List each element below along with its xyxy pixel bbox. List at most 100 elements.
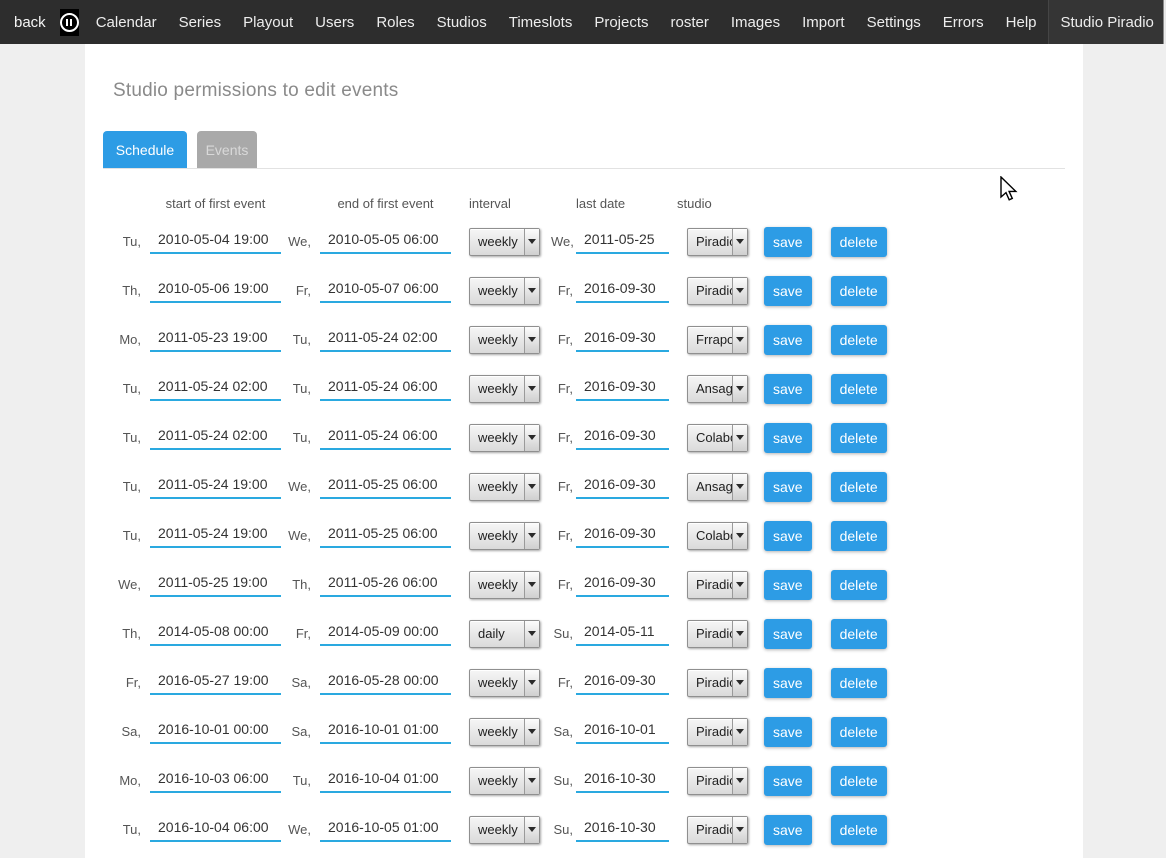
delete-button[interactable]: delete	[831, 276, 887, 306]
start-datetime-input[interactable]	[150, 327, 281, 352]
end-datetime-input[interactable]	[320, 474, 451, 499]
nav-item-roster[interactable]: roster	[671, 14, 709, 31]
end-datetime-input[interactable]	[320, 425, 451, 450]
save-button[interactable]: save	[764, 668, 812, 698]
last-date-input[interactable]	[576, 768, 669, 793]
delete-button[interactable]: delete	[831, 374, 887, 404]
nav-item-roles[interactable]: Roles	[376, 14, 414, 31]
interval-select[interactable]: weekly	[469, 326, 540, 354]
studio-select[interactable]: Piradio	[687, 277, 748, 305]
interval-select[interactable]: weekly	[469, 571, 540, 599]
end-datetime-input[interactable]	[320, 229, 451, 254]
save-button[interactable]: save	[764, 227, 812, 257]
start-datetime-input[interactable]	[150, 523, 281, 548]
studio-select[interactable]: Piradio	[687, 816, 748, 844]
studio-select[interactable]: Piradio	[687, 718, 748, 746]
end-datetime-input[interactable]	[320, 621, 451, 646]
delete-button[interactable]: delete	[831, 668, 887, 698]
save-button[interactable]: save	[764, 815, 812, 845]
start-datetime-input[interactable]	[150, 278, 281, 303]
studio-select[interactable]: Piradio	[687, 767, 748, 795]
save-button[interactable]: save	[764, 766, 812, 796]
start-datetime-input[interactable]	[150, 768, 281, 793]
start-datetime-input[interactable]	[150, 425, 281, 450]
end-datetime-input[interactable]	[320, 768, 451, 793]
save-button[interactable]: save	[764, 472, 812, 502]
studio-select[interactable]: Frrapo	[687, 326, 748, 354]
delete-button[interactable]: delete	[831, 325, 887, 355]
delete-button[interactable]: delete	[831, 619, 887, 649]
interval-select[interactable]: weekly	[469, 816, 540, 844]
delete-button[interactable]: delete	[831, 423, 887, 453]
end-datetime-input[interactable]	[320, 278, 451, 303]
nav-item-calendar[interactable]: Calendar	[96, 14, 157, 31]
start-datetime-input[interactable]	[150, 817, 281, 842]
last-date-input[interactable]	[576, 670, 669, 695]
delete-button[interactable]: delete	[831, 815, 887, 845]
nav-item-import[interactable]: Import	[802, 14, 845, 31]
start-datetime-input[interactable]	[150, 621, 281, 646]
start-datetime-input[interactable]	[150, 572, 281, 597]
end-datetime-input[interactable]	[320, 572, 451, 597]
delete-button[interactable]: delete	[831, 227, 887, 257]
interval-select[interactable]: weekly	[469, 767, 540, 795]
nav-item-errors[interactable]: Errors	[943, 14, 984, 31]
last-date-input[interactable]	[576, 327, 669, 352]
studio-select[interactable]: Piradio	[687, 571, 748, 599]
back-link[interactable]: back	[14, 14, 46, 31]
start-datetime-input[interactable]	[150, 376, 281, 401]
end-datetime-input[interactable]	[320, 719, 451, 744]
last-date-input[interactable]	[576, 817, 669, 842]
end-datetime-input[interactable]	[320, 670, 451, 695]
delete-button[interactable]: delete	[831, 570, 887, 600]
last-date-input[interactable]	[576, 229, 669, 254]
save-button[interactable]: save	[764, 374, 812, 404]
studio-select[interactable]: Piradio	[687, 669, 748, 697]
nav-item-images[interactable]: Images	[731, 14, 780, 31]
interval-select[interactable]: weekly	[469, 473, 540, 501]
start-datetime-input[interactable]	[150, 670, 281, 695]
interval-select[interactable]: weekly	[469, 522, 540, 550]
interval-select[interactable]: weekly	[469, 424, 540, 452]
nav-item-series[interactable]: Series	[179, 14, 222, 31]
tab-events[interactable]: Events	[197, 131, 257, 168]
studio-select[interactable]: Ansage	[687, 473, 748, 501]
nav-item-studios[interactable]: Studios	[437, 14, 487, 31]
nav-item-help[interactable]: Help	[1006, 14, 1037, 31]
save-button[interactable]: save	[764, 570, 812, 600]
interval-select[interactable]: weekly	[469, 277, 540, 305]
last-date-input[interactable]	[576, 523, 669, 548]
nav-item-projects[interactable]: Projects	[594, 14, 648, 31]
last-date-input[interactable]	[576, 719, 669, 744]
nav-item-playout[interactable]: Playout	[243, 14, 293, 31]
start-datetime-input[interactable]	[150, 474, 281, 499]
start-datetime-input[interactable]	[150, 719, 281, 744]
last-date-input[interactable]	[576, 278, 669, 303]
studio-select[interactable]: Ansage	[687, 375, 748, 403]
delete-button[interactable]: delete	[831, 521, 887, 551]
start-datetime-input[interactable]	[150, 229, 281, 254]
save-button[interactable]: save	[764, 423, 812, 453]
last-date-input[interactable]	[576, 376, 669, 401]
interval-select[interactable]: weekly	[469, 669, 540, 697]
app-logo-icon[interactable]	[60, 9, 79, 36]
delete-button[interactable]: delete	[831, 472, 887, 502]
end-datetime-input[interactable]	[320, 327, 451, 352]
studio-selector[interactable]: Studio Piradio	[1048, 0, 1166, 44]
interval-select[interactable]: weekly	[469, 228, 540, 256]
interval-select[interactable]: weekly	[469, 375, 540, 403]
end-datetime-input[interactable]	[320, 523, 451, 548]
interval-select[interactable]: daily	[469, 620, 540, 648]
nav-item-timeslots[interactable]: Timeslots	[509, 14, 573, 31]
studio-select[interactable]: Piradio	[687, 228, 748, 256]
save-button[interactable]: save	[764, 619, 812, 649]
nav-item-settings[interactable]: Settings	[867, 14, 921, 31]
delete-button[interactable]: delete	[831, 766, 887, 796]
save-button[interactable]: save	[764, 521, 812, 551]
studio-select[interactable]: Colabo	[687, 424, 748, 452]
last-date-input[interactable]	[576, 572, 669, 597]
tab-schedule[interactable]: Schedule	[103, 131, 187, 168]
save-button[interactable]: save	[764, 325, 812, 355]
end-datetime-input[interactable]	[320, 376, 451, 401]
last-date-input[interactable]	[576, 621, 669, 646]
